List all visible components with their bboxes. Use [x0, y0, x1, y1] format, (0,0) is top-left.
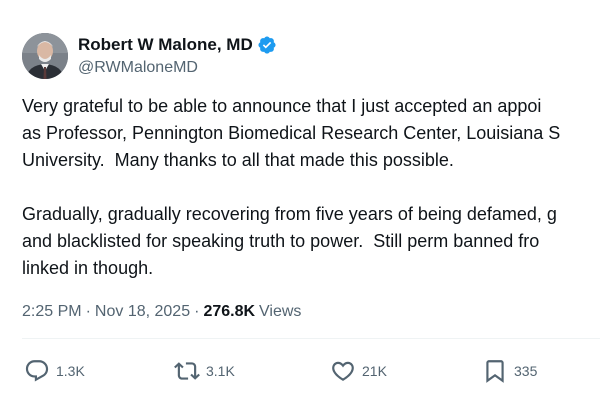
heart-icon: [330, 358, 356, 384]
handle[interactable]: @RWMaloneMD: [78, 57, 277, 79]
like-button[interactable]: 21K: [330, 356, 387, 386]
text-line: linked in though.: [22, 258, 154, 278]
bookmark-button[interactable]: 335: [482, 356, 537, 386]
display-name[interactable]: Robert W Malone, MD: [78, 35, 253, 55]
text-line: Gradually, gradually recovering from fiv…: [22, 204, 557, 224]
avatar[interactable]: [22, 33, 68, 79]
tweet-meta: 2:25 PM · Nov 18, 2025 · 276.8K Views: [22, 300, 301, 324]
tweet: Robert W Malone, MD @RWMaloneMD Very gra…: [0, 0, 600, 400]
divider: [22, 338, 600, 339]
retweet-count: 3.1K: [206, 363, 235, 379]
tweet-time[interactable]: 2:25 PM: [22, 303, 82, 321]
reply-count: 1.3K: [56, 363, 85, 379]
tweet-text: Very grateful to be able to announce tha…: [22, 93, 600, 282]
tweet-date[interactable]: Nov 18, 2025: [95, 303, 190, 321]
bookmark-icon: [482, 358, 508, 384]
text-line: Very grateful to be able to announce tha…: [22, 96, 542, 116]
tweet-header: Robert W Malone, MD @RWMaloneMD: [22, 32, 277, 80]
reply-icon: [24, 358, 50, 384]
paragraph-2: Gradually, gradually recovering from fiv…: [22, 201, 600, 282]
meta-separator: ·: [194, 303, 200, 320]
bookmark-count: 335: [514, 363, 538, 379]
verified-badge-icon[interactable]: [257, 35, 277, 55]
text-line: as Professor, Pennington Biomedical Rese…: [22, 123, 561, 143]
retweet-icon: [174, 358, 200, 384]
views-count[interactable]: 276.8K: [203, 303, 255, 321]
name-row: Robert W Malone, MD: [78, 34, 277, 56]
meta-separator: ·: [85, 303, 91, 320]
paragraph-1: Very grateful to be able to announce tha…: [22, 93, 600, 174]
text-line: and blacklisted for speaking truth to po…: [22, 231, 540, 251]
action-bar: 1.3K 3.1K 21K 335: [0, 356, 600, 386]
author-info: Robert W Malone, MD @RWMaloneMD: [78, 34, 277, 79]
like-count: 21K: [362, 363, 387, 379]
views-label: Views: [259, 303, 302, 320]
text-line: University. Many thanks to all that made…: [22, 150, 454, 170]
retweet-button[interactable]: 3.1K: [174, 356, 235, 386]
reply-button[interactable]: 1.3K: [24, 356, 85, 386]
